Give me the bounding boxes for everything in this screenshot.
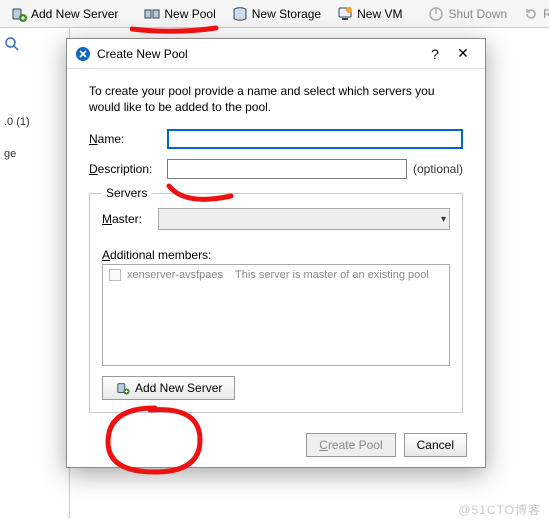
main-toolbar: Add New Server New Pool New Storage New … xyxy=(0,0,549,28)
tree-node[interactable]: .0 (1) xyxy=(4,116,65,128)
toolbar-label: New VM xyxy=(357,7,402,21)
new-pool-button[interactable]: New Pool xyxy=(137,3,222,25)
member-name: xenserver-avsfpaes xyxy=(127,269,223,281)
description-label: Description: xyxy=(89,162,167,176)
toolbar-label: Shut Down xyxy=(448,7,507,21)
toolbar-label: Reb xyxy=(543,7,549,21)
list-item[interactable]: xenserver-avsfpaes This server is master… xyxy=(109,269,443,281)
dialog-intro: To create your pool provide a name and s… xyxy=(89,83,463,115)
create-pool-button[interactable]: Create Pool xyxy=(306,433,395,457)
shut-down-button[interactable]: Shut Down xyxy=(421,3,514,25)
pool-icon xyxy=(144,6,160,22)
description-input[interactable] xyxy=(167,159,407,179)
dialog-title: Create New Pool xyxy=(97,47,421,61)
toolbar-label: New Storage xyxy=(252,7,321,21)
cancel-button[interactable]: Cancel xyxy=(404,433,467,457)
search-icon[interactable] xyxy=(4,36,20,52)
storage-icon xyxy=(232,6,248,22)
reboot-button[interactable]: Reb xyxy=(516,3,549,25)
name-label: Name: xyxy=(89,132,167,146)
master-label: Master: xyxy=(102,212,158,226)
new-vm-button[interactable]: New VM xyxy=(330,3,409,25)
server-add-icon xyxy=(11,6,27,22)
button-label: Add New Server xyxy=(135,381,222,395)
name-input[interactable] xyxy=(167,129,463,149)
dialog-button-row: Create Pool Cancel xyxy=(67,423,485,467)
tree-panel: .0 (1) ge xyxy=(0,28,70,518)
servers-group: Servers Master: ▾ Additional members: xe… xyxy=(89,193,463,413)
additional-label: Additional members: xyxy=(102,248,450,262)
tree-node[interactable]: ge xyxy=(4,148,65,160)
power-icon xyxy=(428,6,444,22)
dialog-titlebar: Create New Pool ? ✕ xyxy=(67,39,485,69)
toolbar-label: New Pool xyxy=(164,7,215,21)
servers-legend: Servers xyxy=(102,186,151,200)
toolbar-label: Add New Server xyxy=(31,7,118,21)
vm-icon xyxy=(337,6,353,22)
chevron-down-icon: ▾ xyxy=(441,214,446,225)
master-combo[interactable]: ▾ xyxy=(158,208,450,230)
create-pool-dialog: Create New Pool ? ✕ To create your pool … xyxy=(66,38,486,468)
server-add-icon xyxy=(115,380,131,396)
additional-members-list[interactable]: xenserver-avsfpaes This server is master… xyxy=(102,264,450,366)
member-note: This server is master of an existing poo… xyxy=(235,269,429,281)
add-new-server-button[interactable]: Add New Server xyxy=(102,376,235,400)
help-button[interactable]: ? xyxy=(421,46,449,62)
member-checkbox[interactable] xyxy=(109,269,121,281)
new-storage-button[interactable]: New Storage xyxy=(225,3,328,25)
reboot-icon xyxy=(523,6,539,22)
watermark: @51CTO博客 xyxy=(458,501,541,518)
optional-label: (optional) xyxy=(413,162,463,176)
dialog-close-decor-icon xyxy=(75,46,91,62)
add-new-server-button[interactable]: Add New Server xyxy=(4,3,125,25)
close-button[interactable]: ✕ xyxy=(449,45,477,62)
